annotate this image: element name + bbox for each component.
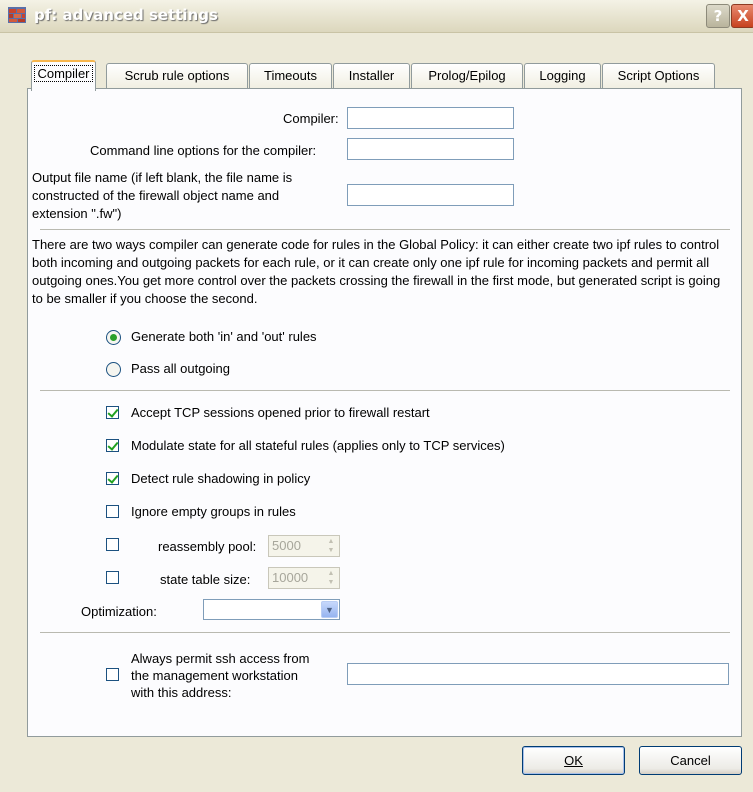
- checkbox-permit-ssh[interactable]: [106, 668, 119, 681]
- title-bar: pf: advanced settings ? X: [0, 0, 753, 33]
- chevron-down-icon[interactable]: ▼: [321, 601, 338, 618]
- spinner-arrows-icon[interactable]: ▲ ▼: [324, 537, 338, 555]
- reassembly-pool-value: 5000: [272, 538, 301, 553]
- checkbox-modulate-state-label: Modulate state for all stateful rules (a…: [131, 438, 505, 453]
- compiler-input[interactable]: [347, 107, 514, 129]
- ssh-access-label-line2: the management workstation: [131, 668, 298, 683]
- reassembly-pool-spinbox[interactable]: 5000 ▲ ▼: [268, 535, 340, 557]
- ssh-access-label-line1: Always permit ssh access from: [131, 651, 310, 666]
- cancel-button-label: Cancel: [670, 753, 711, 768]
- tab-compiler-label: Compiler: [34, 65, 93, 82]
- checkbox-state-table-size[interactable]: [106, 571, 119, 584]
- radio-generate-both-label: Generate both 'in' and 'out' rules: [131, 329, 317, 344]
- tab-installer[interactable]: Installer: [333, 63, 410, 88]
- checkbox-modulate-state[interactable]: [106, 439, 119, 452]
- output-file-label-line2: constructed of the firewall object name …: [32, 188, 280, 203]
- ok-button[interactable]: OK: [522, 746, 625, 775]
- tab-logging[interactable]: Logging: [524, 63, 601, 88]
- reassembly-pool-label: reassembly pool:: [158, 539, 257, 554]
- state-table-size-label: state table size:: [160, 572, 251, 587]
- tab-compiler[interactable]: Compiler: [31, 60, 96, 91]
- radio-generate-both[interactable]: [106, 330, 121, 345]
- cmdline-options-label: Command line options for the compiler:: [90, 143, 317, 158]
- ssh-access-label-line3: with this address:: [131, 685, 232, 700]
- tab-scrub-rule-options[interactable]: Scrub rule options: [106, 63, 248, 88]
- optimization-label: Optimization:: [81, 604, 157, 619]
- separator: [40, 632, 730, 633]
- output-file-label-line3: extension ".fw"): [32, 206, 122, 221]
- checkbox-ignore-empty-groups[interactable]: [106, 505, 119, 518]
- checkbox-reassembly-pool[interactable]: [106, 538, 119, 551]
- state-table-size-value: 10000: [272, 570, 309, 585]
- close-button[interactable]: X: [731, 4, 753, 28]
- tab-timeouts[interactable]: Timeouts: [249, 63, 332, 88]
- tab-prolog-epilog[interactable]: Prolog/Epilog: [411, 63, 523, 88]
- radio-pass-all-outgoing-label: Pass all outgoing: [131, 361, 231, 376]
- checkbox-accept-tcp-label: Accept TCP sessions opened prior to fire…: [131, 405, 430, 420]
- dialog-window: pf: advanced settings ? X Compiler Scrub…: [0, 0, 753, 792]
- checkbox-ignore-empty-groups-label: Ignore empty groups in rules: [131, 504, 296, 519]
- cmdline-options-input[interactable]: [347, 138, 514, 160]
- tab-script-options[interactable]: Script Options: [602, 63, 715, 88]
- separator: [40, 390, 730, 391]
- app-icon: [8, 7, 26, 23]
- optimization-combobox[interactable]: ▼: [203, 599, 340, 620]
- checkbox-detect-shadowing-label: Detect rule shadowing in policy: [131, 471, 311, 486]
- window-title: pf: advanced settings: [34, 6, 218, 24]
- help-button[interactable]: ?: [706, 4, 730, 28]
- ssh-address-input[interactable]: [347, 663, 729, 685]
- cancel-button[interactable]: Cancel: [639, 746, 742, 775]
- checkbox-detect-shadowing[interactable]: [106, 472, 119, 485]
- output-file-input[interactable]: [347, 184, 514, 206]
- ok-button-label: OK: [564, 753, 583, 768]
- separator: [40, 229, 730, 230]
- radio-pass-all-outgoing[interactable]: [106, 362, 121, 377]
- output-file-label-line1: Output file name (if left blank, the fil…: [32, 170, 293, 185]
- checkbox-accept-tcp[interactable]: [106, 406, 119, 419]
- description-text: There are two ways compiler can generate…: [32, 237, 721, 306]
- state-table-size-spinbox[interactable]: 10000 ▲ ▼: [268, 567, 340, 589]
- compiler-label: Compiler:: [283, 111, 339, 126]
- spinner-arrows-icon[interactable]: ▲ ▼: [324, 569, 338, 587]
